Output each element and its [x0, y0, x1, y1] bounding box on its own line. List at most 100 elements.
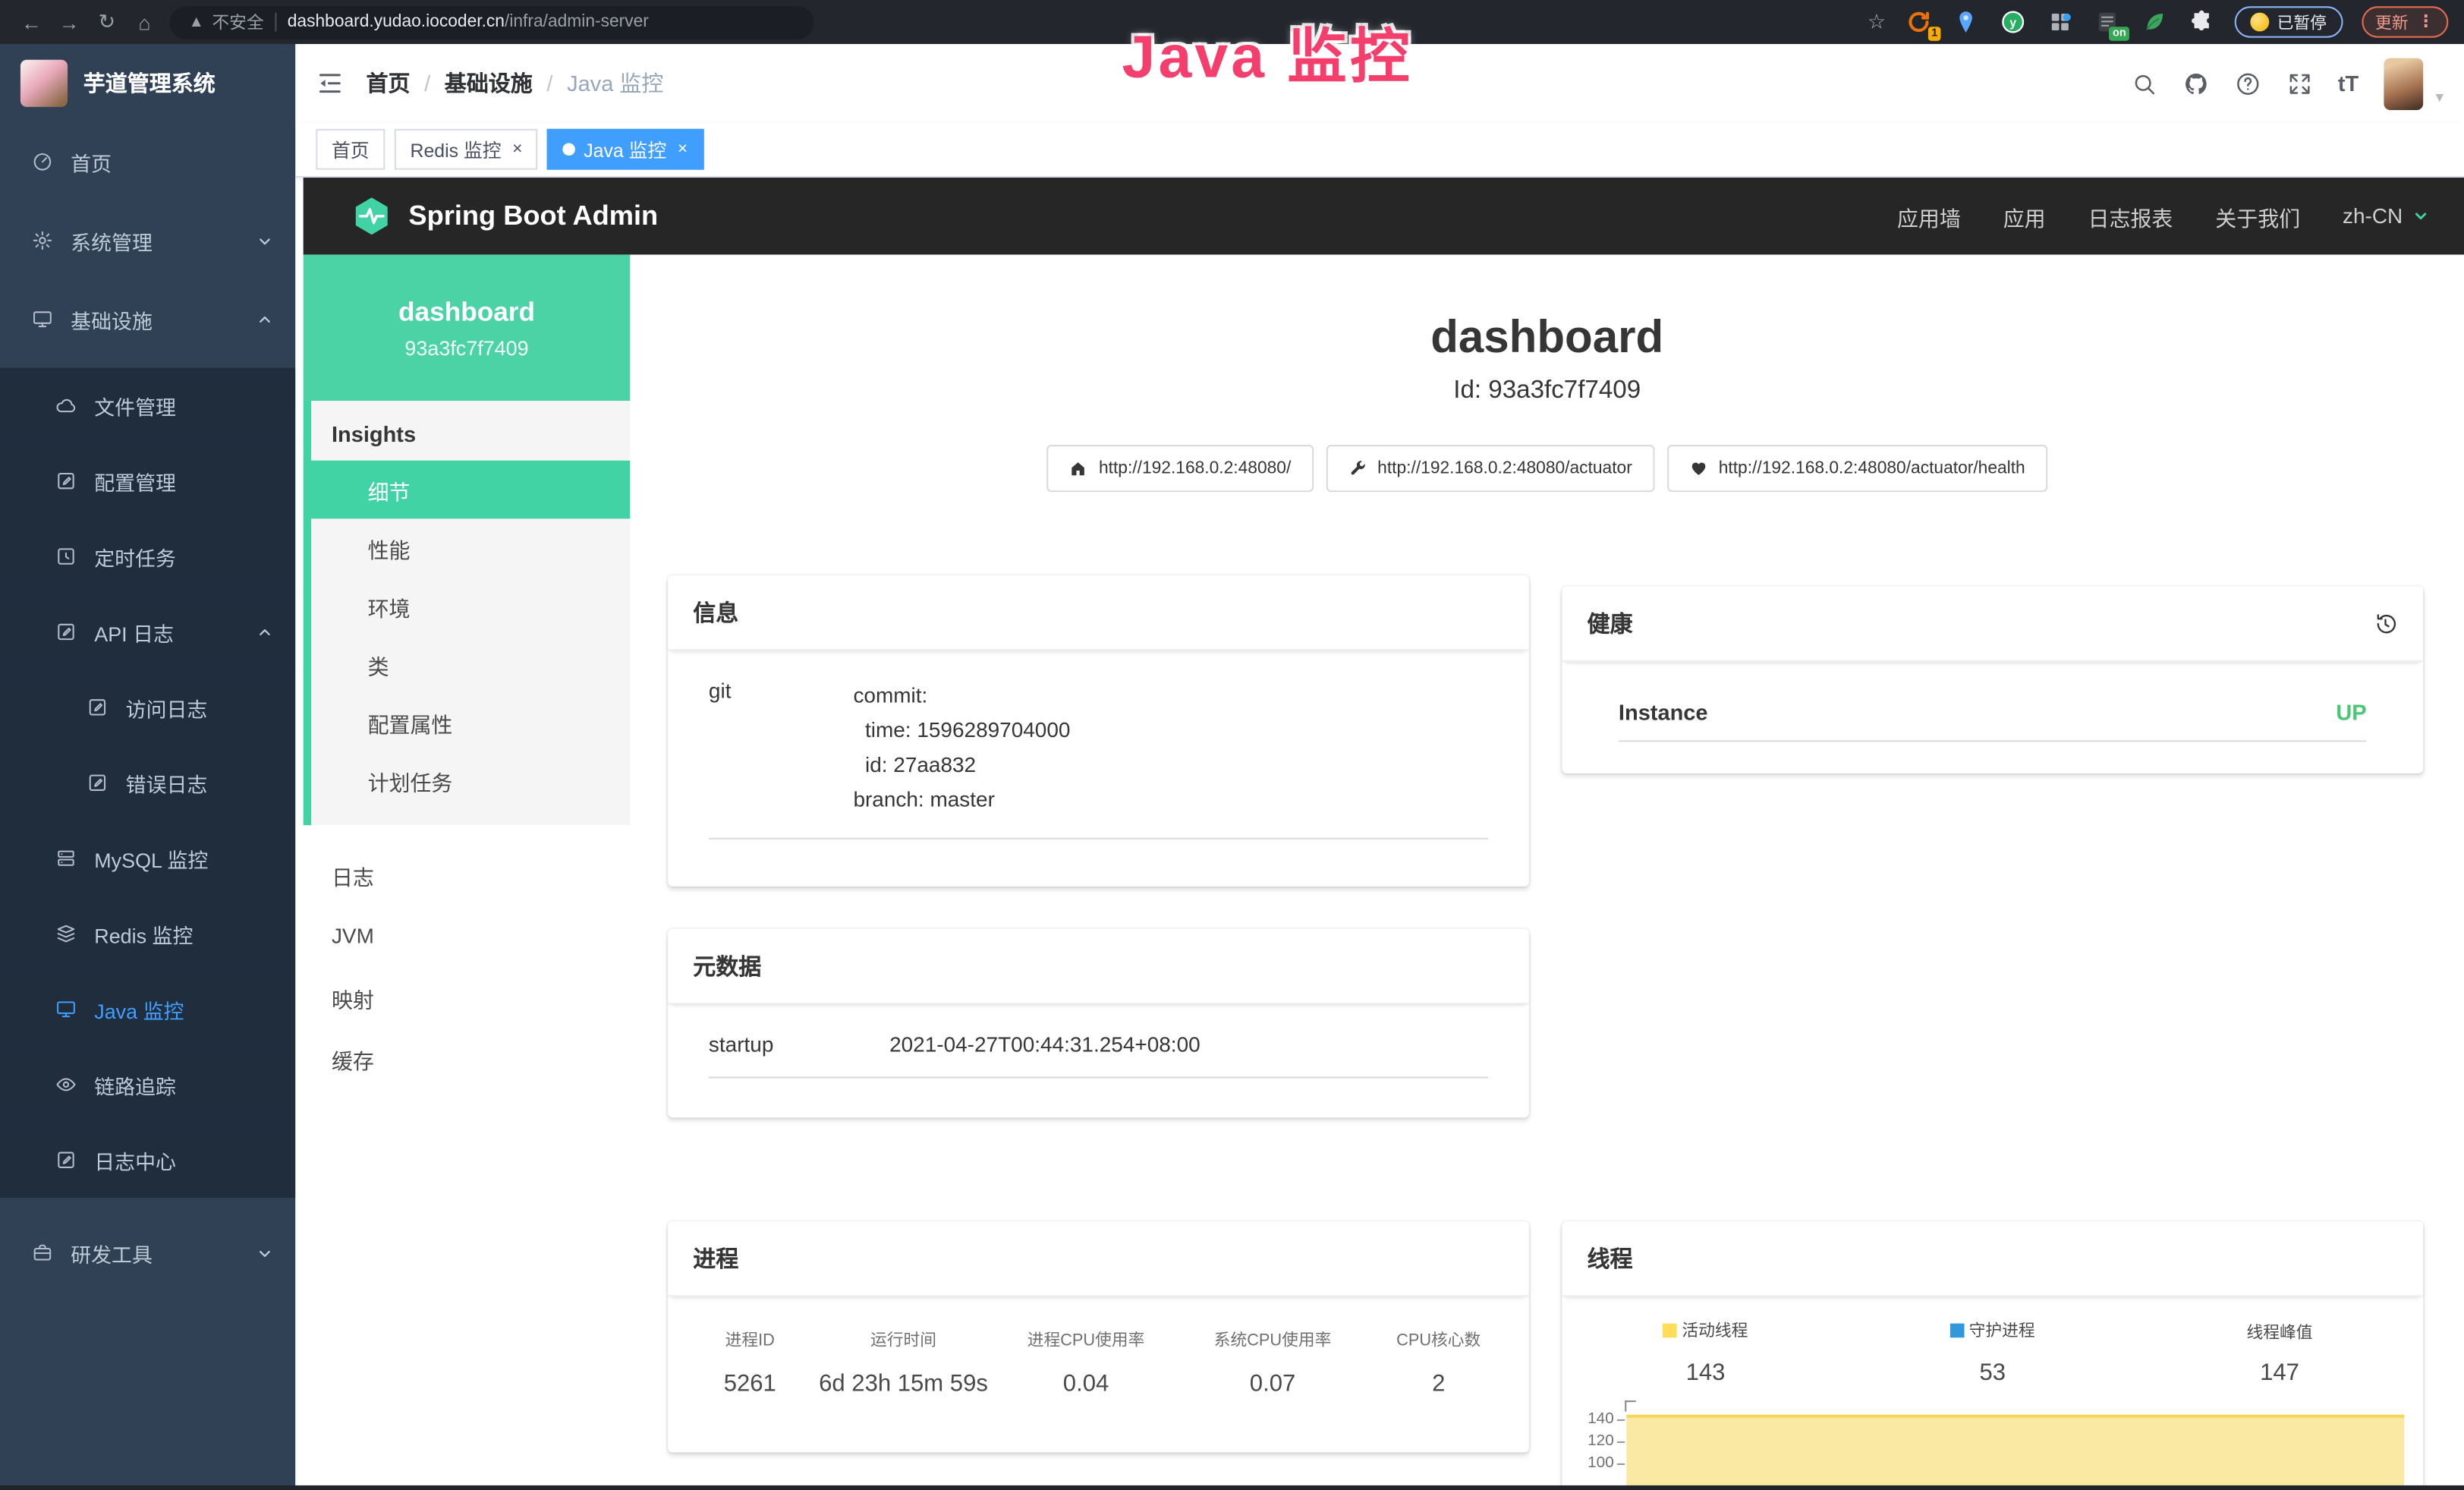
edit-icon — [87, 696, 109, 718]
app-logo[interactable]: 芋道管理系统 — [0, 44, 295, 123]
axis-bracket — [1625, 1400, 1635, 1411]
sidebar-item-log-center[interactable]: 日志中心 — [0, 1123, 295, 1198]
close-icon[interactable]: × — [678, 140, 688, 159]
back-icon[interactable]: ← — [16, 10, 47, 33]
fullscreen-icon[interactable] — [2286, 70, 2312, 96]
tab-Java 监控[interactable]: Java 监控 × — [548, 129, 703, 170]
sba-menu-映射[interactable]: 映射 — [304, 967, 631, 1029]
sba-menu-计划任务[interactable]: 计划任务 — [311, 751, 630, 810]
sba-locale-select[interactable]: zh-CN — [2343, 204, 2429, 228]
close-icon[interactable]: × — [512, 140, 522, 159]
home-icon[interactable]: ⌂ — [129, 10, 160, 33]
legend-label: 守护进程 — [1969, 1318, 2035, 1342]
sidebar-item-api-log[interactable]: API 日志 — [0, 594, 295, 669]
question-icon[interactable] — [2234, 70, 2261, 96]
sidebar-item-java[interactable]: Java 监控 — [0, 972, 295, 1047]
sidebar-item-label: Redis 监控 — [94, 918, 193, 948]
sidebar-item-mysql[interactable]: MySQL 监控 — [0, 821, 295, 896]
sidebar-item-system[interactable]: 系统管理 — [0, 201, 295, 280]
sba-menu-细节[interactable]: 细节 — [311, 461, 630, 519]
reload-icon[interactable]: ↻ — [91, 9, 122, 34]
sba-brand[interactable]: Spring Boot Admin — [351, 195, 658, 238]
caret-down-icon[interactable]: ▾ — [2436, 89, 2444, 109]
url-divider — [275, 13, 276, 32]
heart-link-icon — [1688, 459, 1707, 478]
sidebar-item-redis[interactable]: Redis 监控 — [0, 896, 295, 971]
sidebar-item-infra[interactable]: 基础设施 — [0, 280, 295, 359]
puzzle-icon[interactable] — [2188, 8, 2216, 36]
sba-menu-JVM[interactable]: JVM — [304, 906, 631, 967]
instance-name: dashboard — [398, 296, 535, 327]
sba-instance-header[interactable]: dashboard 93a3fc7f7409 — [304, 254, 631, 401]
url-bar[interactable]: ▲ 不安全 dashboard.yudao.iocoder.cn/infra/a… — [170, 5, 814, 38]
sba-menu-环境[interactable]: 环境 — [311, 577, 630, 635]
sidebar-item-devtools[interactable]: 研发工具 — [0, 1214, 295, 1293]
info-line: id: 27aa832 — [853, 748, 1070, 783]
warning-icon: ▲ — [188, 14, 204, 31]
chrome-update-button[interactable]: 更新 ⋮ — [2361, 6, 2448, 37]
sba-menu-缓存[interactable]: 缓存 — [304, 1028, 631, 1089]
search-icon[interactable] — [2130, 70, 2157, 96]
sidebar-item-home[interactable]: 首页 — [0, 123, 295, 202]
url-host: dashboard.yudao.iocoder.cn — [288, 13, 505, 32]
sba-nav-应用[interactable]: 应用 — [2003, 200, 2046, 232]
sidebar-item-trace[interactable]: 链路追踪 — [0, 1047, 295, 1122]
process-value: 2 — [1364, 1371, 1513, 1397]
monitor-icon — [55, 998, 77, 1020]
threads-area-series — [1626, 1415, 2404, 1490]
process-value: 0.07 — [1182, 1371, 1364, 1397]
security-label: 不安全 — [212, 9, 263, 34]
note-on-icon[interactable]: on — [2093, 8, 2121, 36]
breadcrumb-item[interactable]: 基础设施 — [445, 68, 533, 99]
tab-Redis 监控[interactable]: Redis 监控× — [395, 129, 538, 170]
threads-card-title: 线程 — [1588, 1242, 1633, 1274]
paused-extension-pill[interactable]: 已暂停 — [2235, 6, 2343, 37]
health-card-title: 健康 — [1588, 606, 1633, 639]
sba-menu-配置属性[interactable]: 配置属性 — [311, 693, 630, 751]
legend-value: 143 — [1562, 1359, 1849, 1386]
sba-menu-性能[interactable]: 性能 — [311, 518, 630, 577]
instance-link-url: http://192.168.0.2:48080/actuator/health — [1719, 459, 2025, 478]
instance-link-button[interactable]: http://192.168.0.2:48080/actuator/health — [1666, 445, 2047, 492]
user-avatar[interactable] — [2384, 58, 2423, 109]
history-icon[interactable] — [2373, 611, 2398, 636]
sidebar-item-label: 定时任务 — [94, 541, 176, 571]
grid-gray-icon[interactable] — [2046, 8, 2074, 36]
breadcrumb-item[interactable]: 首页 — [366, 68, 410, 99]
refresh-orange-icon[interactable]: 1 — [1905, 8, 1933, 36]
pin-blue-icon[interactable] — [1952, 8, 1980, 36]
sba-brand-title: Spring Boot Admin — [408, 200, 658, 232]
sba-nav-关于我们[interactable]: 关于我们 — [2215, 200, 2300, 232]
breadcrumb: 首页/基础设施/Java 监控 — [366, 68, 663, 99]
tab-label: Java 监控 — [584, 136, 666, 162]
forward-icon[interactable]: → — [53, 10, 84, 33]
sba-nav-日志报表[interactable]: 日志报表 — [2088, 200, 2173, 232]
sba-nav: 应用墙 应用 日志报表 关于我们 — [1897, 200, 2300, 232]
instance-link-button[interactable]: http://192.168.0.2:48080/ — [1047, 445, 1314, 492]
sidebar-item-config[interactable]: 配置管理 — [0, 443, 295, 518]
gear-icon — [31, 229, 53, 251]
chevron-down-icon — [256, 232, 274, 249]
sidebar-item-error-log[interactable]: 错误日志 — [0, 745, 295, 821]
chevron-down-icon — [256, 1244, 274, 1262]
y-green-icon[interactable]: y — [1999, 8, 2027, 36]
sba-nav-应用墙[interactable]: 应用墙 — [1897, 200, 1961, 232]
github-icon[interactable] — [2182, 70, 2209, 96]
process-table: 进程ID运行时间进程CPU使用率系统CPU使用率CPU核心数52616d 23h… — [684, 1328, 1513, 1397]
leaf-green-icon[interactable] — [2140, 8, 2168, 36]
instance-id: 93a3fc7f7409 — [404, 335, 528, 359]
sba-menu-类[interactable]: 类 — [311, 635, 630, 694]
sidebar-item-job[interactable]: 定时任务 — [0, 518, 295, 594]
page-subtitle: Id: 93a3fc7f7409 — [630, 377, 2464, 405]
sidebar-item-label: 文件管理 — [94, 391, 176, 421]
tab-首页[interactable]: 首页 — [316, 129, 385, 170]
sidebar-item-file[interactable]: 文件管理 — [0, 368, 295, 443]
emoji-face-icon — [2250, 13, 2269, 32]
instance-link-button[interactable]: http://192.168.0.2:48080/actuator — [1326, 445, 1654, 492]
text-size-icon[interactable]: tT — [2338, 71, 2359, 96]
sidebar-item-access-log[interactable]: 访问日志 — [0, 669, 295, 745]
menu-dots-icon[interactable]: ⋮ — [2418, 13, 2434, 32]
sidebar-fold-icon[interactable] — [316, 69, 344, 97]
sba-menu-日志[interactable]: 日志 — [304, 844, 631, 906]
bookmark-star-icon[interactable]: ☆ — [1868, 9, 1886, 34]
